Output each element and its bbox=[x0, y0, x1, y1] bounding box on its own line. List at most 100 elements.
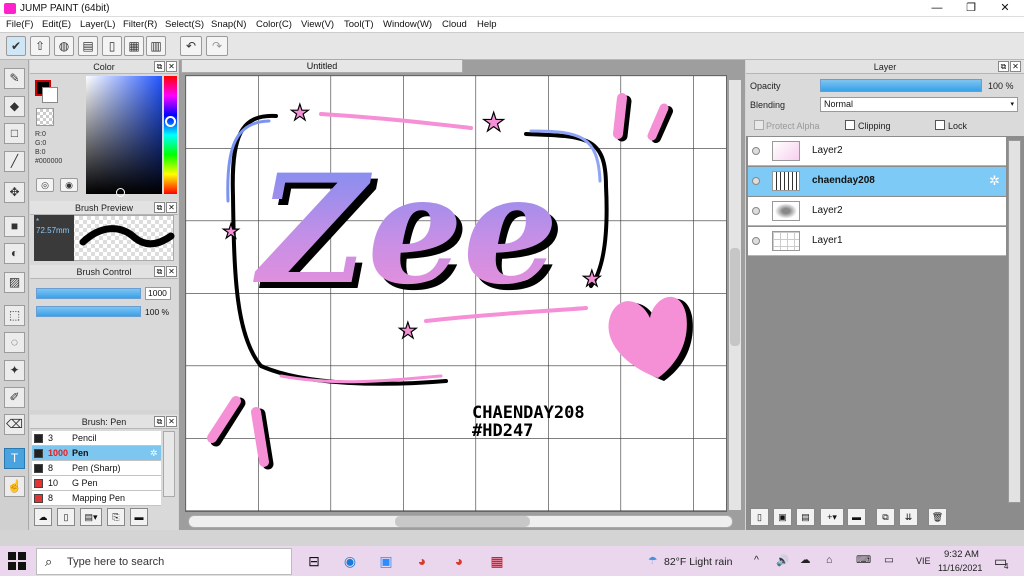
panel-close-icon[interactable]: ✕ bbox=[166, 266, 177, 277]
move-icon[interactable]: ✥ bbox=[4, 182, 25, 203]
brush-item-pen[interactable]: 1000 Pen ✲ bbox=[32, 446, 161, 461]
menu-layer[interactable]: Layer(L) bbox=[80, 19, 115, 30]
visibility-icon[interactable] bbox=[752, 207, 760, 215]
color-wheel-icon[interactable]: ◎ bbox=[36, 178, 54, 192]
brush-list-scrollbar[interactable] bbox=[163, 431, 175, 497]
chrome-profile-icon[interactable]: ◕ bbox=[447, 550, 471, 572]
clock-date[interactable]: 11/16/2021 bbox=[938, 563, 982, 573]
cloud-icon[interactable]: ☁ bbox=[800, 554, 811, 566]
drawing-canvas[interactable]: ★ ★ ★ ★ ★ Zee Zee CHAENDAY208 #HD247 bbox=[185, 75, 727, 512]
blending-select[interactable]: Normal ▾ bbox=[820, 97, 1018, 112]
lasso-free-icon[interactable]: ◌ bbox=[4, 332, 25, 353]
panel-close-icon[interactable]: ✕ bbox=[166, 61, 177, 72]
layer-item[interactable]: Layer1 bbox=[748, 227, 1006, 256]
menu-filter[interactable]: Filter(R) bbox=[123, 19, 157, 30]
new-raster-layer-icon[interactable]: ▣ bbox=[773, 508, 792, 526]
delete-layer-icon[interactable]: 🗑 bbox=[928, 508, 947, 526]
taskbar-search[interactable]: ⌕ Type here to search bbox=[36, 548, 292, 575]
layout-icon[interactable]: ▥ bbox=[146, 36, 166, 56]
selection-rect-icon[interactable]: □ bbox=[4, 123, 25, 144]
eraser-icon[interactable]: ◆ bbox=[4, 96, 25, 117]
export-icon[interactable]: ⇧ bbox=[30, 36, 50, 56]
clipping-checkbox[interactable] bbox=[845, 120, 855, 130]
canvas-tab[interactable]: Untitled bbox=[181, 59, 463, 73]
layer-folder-icon[interactable]: ▬ bbox=[847, 508, 866, 526]
layer-item[interactable]: Layer2 bbox=[748, 197, 1006, 226]
menu-edit[interactable]: Edit(E) bbox=[42, 19, 71, 30]
language-indicator[interactable]: VIE bbox=[916, 556, 931, 566]
page-icon[interactable]: ▯ bbox=[102, 36, 122, 56]
chat-icon[interactable]: ▤ bbox=[78, 36, 98, 56]
select-pen-icon[interactable]: ✐ bbox=[4, 387, 25, 408]
check-icon[interactable]: ✔ bbox=[6, 36, 26, 56]
color-picker-icon[interactable]: ◉ bbox=[60, 178, 78, 192]
keyboard-icon[interactable]: ⌨ bbox=[856, 554, 871, 566]
close-button[interactable]: ✕ bbox=[988, 0, 1022, 17]
bucket-icon[interactable]: ◐ bbox=[4, 243, 25, 264]
lasso-icon[interactable]: ⬚ bbox=[4, 305, 25, 326]
layer-opacity-slider[interactable] bbox=[820, 79, 982, 92]
brush-copy-icon[interactable]: ⎘ bbox=[107, 508, 125, 526]
edge-icon[interactable]: ◉ bbox=[338, 550, 362, 572]
brush-menu-icon[interactable]: ▤▾ bbox=[80, 508, 102, 526]
brush-item-mapping-pen[interactable]: 8 Mapping Pen bbox=[32, 491, 161, 506]
task-view-icon[interactable]: ⊟ bbox=[302, 550, 326, 572]
undo-button[interactable]: ↶ bbox=[180, 36, 202, 56]
menu-color[interactable]: Color(C) bbox=[256, 19, 292, 30]
redo-button[interactable]: ↷ bbox=[206, 36, 228, 56]
new-layer-icon[interactable]: ▯ bbox=[750, 508, 769, 526]
grid-icon[interactable]: ▦ bbox=[124, 36, 144, 56]
brush-item-g-pen[interactable]: 10 G Pen bbox=[32, 476, 161, 491]
hand-icon[interactable]: ☝ bbox=[4, 476, 25, 497]
canvas-horizontal-scroll-thumb[interactable] bbox=[395, 516, 530, 527]
brush-folder-icon[interactable]: ▬ bbox=[130, 508, 148, 526]
menu-view[interactable]: View(V) bbox=[301, 19, 334, 30]
gradient-icon[interactable]: ▨ bbox=[4, 272, 25, 293]
panel-float-icon[interactable]: ⧉ bbox=[154, 202, 165, 213]
pen-icon[interactable]: ╱ bbox=[4, 151, 25, 172]
canvas-vertical-scroll-thumb[interactable] bbox=[730, 248, 740, 346]
menu-tool[interactable]: Tool(T) bbox=[344, 19, 374, 30]
brush-item-pencil[interactable]: 3 Pencil bbox=[32, 431, 161, 446]
panel-close-icon[interactable]: ✕ bbox=[1010, 61, 1021, 72]
visibility-icon[interactable] bbox=[752, 237, 760, 245]
new-brush-icon[interactable]: ▯ bbox=[57, 508, 75, 526]
brush-opacity-slider[interactable] bbox=[36, 306, 141, 317]
duplicate-layer-icon[interactable]: ⧉ bbox=[876, 508, 895, 526]
panel-float-icon[interactable]: ⧉ bbox=[154, 266, 165, 277]
layer-settings-icon[interactable]: ✲ bbox=[989, 173, 1000, 189]
chrome-icon[interactable]: ◕ bbox=[410, 550, 434, 572]
lock-checkbox[interactable] bbox=[935, 120, 945, 130]
minimize-button[interactable]: — bbox=[920, 0, 954, 17]
menu-snap[interactable]: Snap(N) bbox=[211, 19, 246, 30]
hue-slider[interactable] bbox=[164, 76, 177, 194]
color-saturation-box[interactable] bbox=[86, 76, 162, 194]
select-eraser-icon[interactable]: ⌫ bbox=[4, 414, 25, 435]
brush-cloud-icon[interactable]: ☁ bbox=[34, 508, 52, 526]
panel-float-icon[interactable]: ⧉ bbox=[154, 61, 165, 72]
tray-chevron-icon[interactable]: ^ bbox=[754, 554, 759, 566]
text-icon[interactable]: T bbox=[4, 448, 25, 469]
comment-icon[interactable]: ◍ bbox=[54, 36, 74, 56]
network-icon[interactable]: ⌂ bbox=[826, 554, 832, 566]
visibility-icon[interactable] bbox=[752, 147, 760, 155]
panel-close-icon[interactable]: ✕ bbox=[166, 202, 177, 213]
menu-window[interactable]: Window(W) bbox=[383, 19, 432, 30]
panel-float-icon[interactable]: ⧉ bbox=[154, 416, 165, 427]
brush-size-value[interactable]: 1000 bbox=[145, 287, 171, 300]
brush-size-slider[interactable] bbox=[36, 288, 141, 299]
layer-item[interactable]: chaenday208 ✲ bbox=[748, 167, 1006, 196]
visibility-icon[interactable] bbox=[752, 177, 760, 185]
brush-icon[interactable]: ✎ bbox=[4, 68, 25, 89]
transparent-color-icon[interactable] bbox=[36, 108, 54, 126]
fill-rect-icon[interactable]: ■ bbox=[4, 216, 25, 237]
ime-icon[interactable]: ▭ bbox=[884, 554, 894, 566]
clock-time[interactable]: 9:32 AM bbox=[944, 549, 979, 560]
windows-start-icon[interactable] bbox=[8, 552, 26, 570]
menu-select[interactable]: Select(S) bbox=[165, 19, 204, 30]
panel-close-icon[interactable]: ✕ bbox=[166, 416, 177, 427]
background-color-swatch[interactable] bbox=[42, 87, 58, 103]
weather-text[interactable]: 82°F Light rain bbox=[664, 556, 732, 568]
panel-float-icon[interactable]: ⧉ bbox=[998, 61, 1009, 72]
zoom-icon[interactable]: ▣ bbox=[374, 550, 398, 572]
